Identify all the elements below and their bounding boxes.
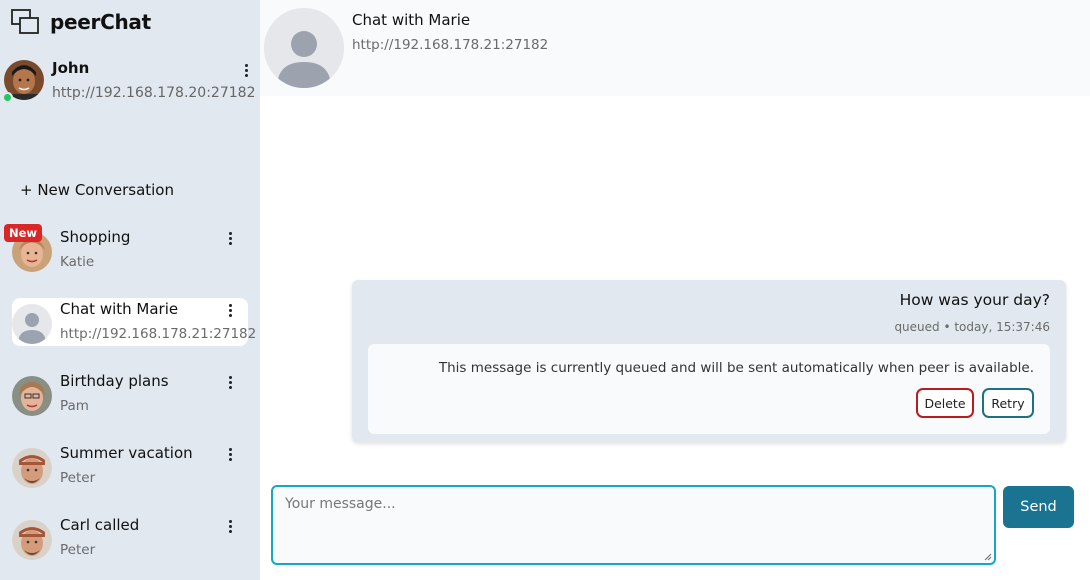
conversation-title: Shopping <box>60 228 131 246</box>
queued-notice-text: This message is currently queued and wil… <box>438 360 1034 376</box>
conversation-avatar <box>12 448 52 488</box>
conversation-item-birthday-plans[interactable]: Birthday plans Pam <box>12 370 248 418</box>
retry-button[interactable]: Retry <box>982 388 1034 418</box>
chat-address: http://192.168.178.21:27182 <box>352 37 549 53</box>
user-name: John <box>52 59 90 77</box>
user-address: http://192.168.178.20:27182 <box>52 85 256 101</box>
conversation-subtitle: http://192.168.178.21:27182 <box>60 326 257 342</box>
conversation-avatar <box>12 304 52 344</box>
conversation-avatar <box>12 376 52 416</box>
user-menu-icon[interactable] <box>238 62 254 82</box>
conversation-title: Birthday plans <box>60 372 169 390</box>
conversation-item-chat-with-marie[interactable]: Chat with Marie http://192.168.178.21:27… <box>12 298 256 346</box>
brand: peerChat <box>10 7 151 37</box>
conversation-subtitle: Pam <box>60 398 89 414</box>
message-text: How was your day? <box>899 291 1050 309</box>
conversation-title: Summer vacation <box>60 444 193 462</box>
message-input[interactable] <box>273 487 994 563</box>
conversation-menu-icon[interactable] <box>222 302 238 322</box>
conversation-subtitle: Peter <box>60 470 96 486</box>
sidebar: peerChat John http://192.168.178.20:2718… <box>0 0 260 580</box>
conversation-item-carl-called[interactable]: Carl called Peter <box>12 514 248 562</box>
message-meta: queued • today, 15:37:46 <box>894 320 1050 334</box>
resize-grip-icon[interactable] <box>984 553 992 561</box>
message-composer <box>271 485 996 565</box>
chat-windows-icon <box>11 9 39 34</box>
message-bubble: How was your day? queued • today, 15:37:… <box>352 280 1066 442</box>
new-conversation-button[interactable]: + New Conversation <box>20 181 174 199</box>
new-badge: New <box>4 224 43 242</box>
conversation-item-summer-vacation[interactable]: Summer vacation Peter <box>12 442 248 490</box>
chat-header: Chat with Marie http://192.168.178.21:27… <box>260 0 1090 96</box>
app-name: peerChat <box>50 10 151 34</box>
delete-button[interactable]: Delete <box>916 388 974 418</box>
chat-title: Chat with Marie <box>352 11 471 29</box>
send-button[interactable]: Send <box>1003 486 1074 528</box>
conversation-menu-icon[interactable] <box>222 446 238 466</box>
chat-avatar <box>264 8 344 88</box>
queued-notice: This message is currently queued and wil… <box>368 344 1050 434</box>
conversation-menu-icon[interactable] <box>222 230 238 250</box>
conversation-title: Chat with Marie <box>60 300 179 318</box>
current-user: John http://192.168.178.20:27182 <box>0 56 260 106</box>
conversation-subtitle: Peter <box>60 542 96 558</box>
conversation-avatar <box>12 520 52 560</box>
conversation-subtitle: Katie <box>60 254 95 270</box>
conversation-menu-icon[interactable] <box>222 374 238 394</box>
online-status-indicator <box>2 92 13 103</box>
conversation-title: Carl called <box>60 516 140 534</box>
conversation-item-shopping[interactable]: Shopping Katie <box>12 226 248 274</box>
conversation-menu-icon[interactable] <box>222 518 238 538</box>
